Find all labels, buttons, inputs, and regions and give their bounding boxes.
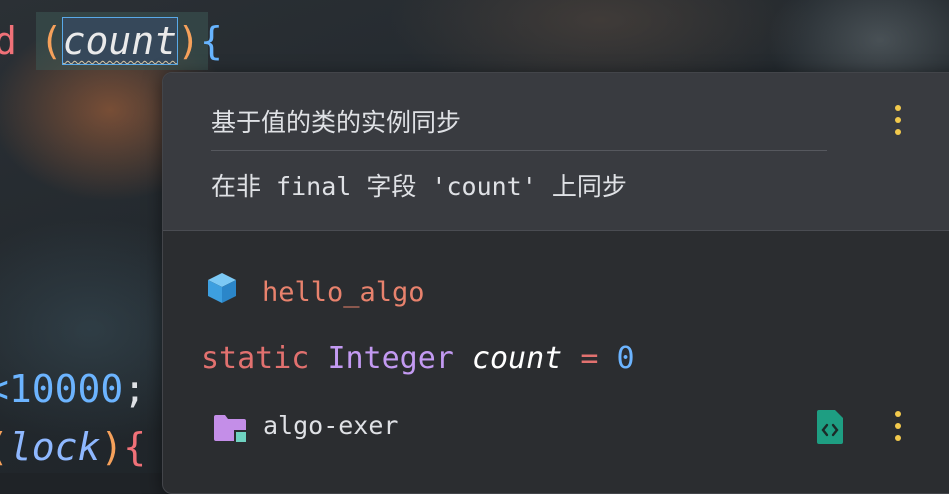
lock-open-brace: { xyxy=(123,425,147,469)
less-than: < xyxy=(0,367,9,411)
decl-type: Integer xyxy=(327,341,454,376)
decl-name: count xyxy=(471,341,563,376)
lock-open-paren: ( xyxy=(0,425,9,469)
source-file-icon[interactable] xyxy=(815,409,845,445)
more-vertical-icon[interactable] xyxy=(890,411,906,441)
decl-value: 0 xyxy=(616,341,635,376)
code-line-synchronized[interactable]: d (count){ xyxy=(0,17,223,65)
lock-close-paren: ) xyxy=(100,425,124,469)
code-line-loop[interactable]: <10000; xyxy=(0,366,146,412)
decl-modifier: static xyxy=(201,341,310,376)
module-cube-icon xyxy=(208,273,236,303)
keyword-fragment: d xyxy=(0,19,17,63)
title-separator xyxy=(211,150,827,151)
inspection-title: 基于值的类的实例同步 xyxy=(211,108,462,137)
inspection-description: 在非 final 字段 'count' 上同步 xyxy=(211,172,627,201)
open-brace: { xyxy=(199,19,223,63)
popup-header xyxy=(163,73,949,231)
open-paren: ( xyxy=(39,19,63,63)
loop-limit: 10000 xyxy=(8,367,124,411)
close-paren: ) xyxy=(177,19,200,63)
decl-operator: = xyxy=(580,341,599,376)
module-name: hello_algo xyxy=(262,277,425,308)
variable-count-highlighted[interactable]: count xyxy=(61,17,179,65)
project-name: algo-exer xyxy=(263,411,399,440)
more-vertical-icon[interactable] xyxy=(890,105,906,135)
variable-lock: lock xyxy=(8,425,101,469)
code-line-lock[interactable]: (lock){ xyxy=(0,424,146,470)
popup-divider xyxy=(163,230,949,231)
semicolon: ; xyxy=(123,367,147,411)
inspection-popup: 基于值的类的实例同步 在非 final 字段 'count' 上同步 hello… xyxy=(162,72,949,494)
field-declaration: static Integer count = 0 xyxy=(201,341,635,376)
folder-icon xyxy=(214,415,246,442)
